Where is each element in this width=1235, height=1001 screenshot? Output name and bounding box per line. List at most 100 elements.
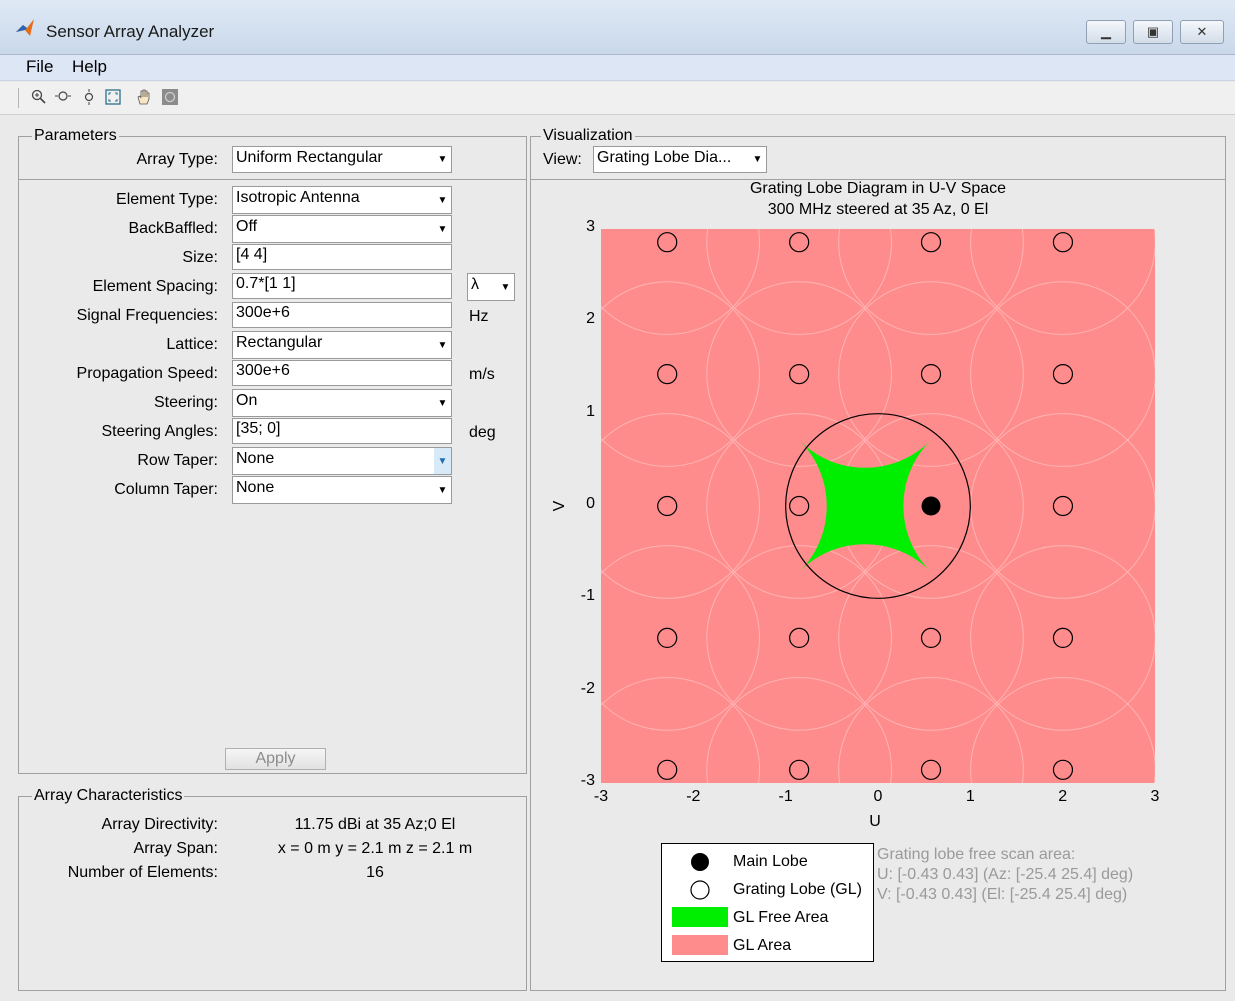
x-tick-label: 0 [873,788,883,805]
param-value: [4 4] [236,246,268,263]
chevron-down-icon: ▼ [437,397,448,409]
array-type-value: Uniform Rectangular [236,149,383,166]
param-unit: deg [469,424,496,441]
toolbar-separator [18,88,19,108]
close-button[interactable]: ✕ [1180,20,1224,44]
param-input[interactable]: 0.7*[1 1] [232,273,452,299]
scan-area-note-v: V: [-0.43 0.43] (El: [-25.4 25.4] deg) [877,886,1128,903]
chart-title: Grating Lobe Diagram in U-V Space [749,180,1007,197]
zoom-out-icon[interactable] [54,88,72,106]
menu-help[interactable]: Help [72,57,107,77]
chevron-down-icon: ▼ [437,223,448,235]
param-value: 300e+6 [236,362,290,379]
rotate-icon[interactable] [161,88,179,106]
legend-gl-free: GL Free Area [733,909,829,926]
chevron-down-icon: ▼ [752,154,763,165]
toolbar [0,82,1235,115]
param-select[interactable]: None ▼ [232,476,452,504]
param-input[interactable]: [35; 0] [232,418,452,444]
x-tick-label: 3 [1150,788,1160,805]
span-label: Array Span: [133,840,218,857]
chart-subtitle: 300 MHz steered at 35 Az, 0 El [767,201,989,218]
elements-label: Number of Elements: [67,864,218,881]
param-label: Element Type: [116,191,218,208]
legend: Main Lobe Grating Lobe (GL) GL Free Area… [661,843,874,962]
legend-grating-lobe: Grating Lobe (GL) [733,881,862,898]
param-label: Column Taper: [114,481,218,498]
x-tick-label: 1 [965,788,975,805]
param-label: Signal Frequencies: [76,307,218,324]
span-value: x = 0 m y = 2.1 m z = 2.1 m [277,840,473,857]
chevron-down-icon: ▼ [437,194,448,206]
param-value: On [236,392,258,409]
param-select[interactable]: Isotropic Antenna ▼ [232,186,452,214]
chevron-down-icon: ▼ [437,154,448,165]
main-lobe-marker [921,496,941,516]
parameters-title: Parameters [32,127,119,145]
spacing-unit-value: λ [471,276,479,293]
menu-file[interactable]: File [26,57,53,77]
param-label: Row Taper: [137,452,218,469]
param-select[interactable]: On ▼ [232,389,452,417]
param-input[interactable]: 300e+6 [232,360,452,386]
view-select[interactable]: Grating Lobe Dia... ▼ [593,146,767,173]
param-input[interactable]: [4 4] [232,244,452,270]
param-label: BackBaffled: [128,220,218,237]
param-label: Lattice: [166,336,218,353]
param-select[interactable]: Rectangular ▼ [232,331,452,359]
array-type-label: Array Type: [136,151,218,168]
chevron-down-icon: ▼ [437,339,448,351]
fit-icon[interactable] [104,88,122,106]
minimize-button[interactable]: ▁ [1086,20,1126,44]
maximize-icon: ▣ [1146,24,1160,39]
gl-area-swatch [672,935,728,955]
x-tick-label: -3 [593,788,609,805]
x-tick-label: -2 [686,788,701,805]
param-value: Off [236,218,258,235]
y-tick-label: -1 [580,587,595,605]
param-select[interactable]: Off ▼ [232,215,452,243]
param-label: Steering: [153,394,218,411]
apply-button[interactable]: Apply [225,748,326,770]
title-bar: Sensor Array Analyzer ▁ ▣ ✕ [0,0,1235,55]
x-tick-label: 2 [1058,788,1068,805]
param-label: Steering Angles: [101,423,218,440]
param-value: [35; 0] [236,420,281,437]
characteristics-title: Array Characteristics [32,787,185,805]
spacing-unit-select[interactable]: λ ▼ [467,273,515,301]
param-label: Size: [182,249,218,266]
y-axis-label: V [551,500,568,512]
param-label: Element Spacing: [92,278,218,295]
view-label: View: [543,151,582,168]
window-title: Sensor Array Analyzer [46,22,215,41]
param-label: Propagation Speed: [76,365,218,382]
chevron-down-icon: ▼ [500,281,511,293]
param-value: 300e+6 [236,304,290,321]
menu-bar: File Help [0,55,1235,81]
param-value: Isotropic Antenna [236,189,360,206]
y-tick-label: -2 [580,679,595,697]
maximize-button[interactable]: ▣ [1133,20,1173,44]
scan-area-note-u: U: [-0.43 0.43] (Az: [-25.4 25.4] deg) [877,866,1134,883]
zoom-y-icon[interactable] [80,88,98,106]
directivity-label: Array Directivity: [101,816,218,833]
grating-lobe-marker-icon [690,880,710,900]
param-unit: Hz [469,308,489,325]
scan-area-note-title: Grating lobe free scan area: [877,846,1076,863]
pan-icon[interactable] [135,88,153,106]
param-input[interactable]: 300e+6 [232,302,452,328]
chevron-down-icon: ▼ [437,484,448,496]
y-tick-label: 2 [586,310,595,328]
grating-lobe-plot[interactable] [601,229,1155,783]
param-select[interactable]: None ▼ [232,447,452,475]
array-type-select[interactable]: Uniform Rectangular ▼ [232,146,452,173]
elements-value: 16 [366,864,384,881]
close-icon: ✕ [1196,24,1208,39]
x-tick-label: -1 [778,788,793,805]
y-tick-label: 3 [586,218,595,235]
chevron-down-icon: ▼ [434,448,451,474]
main-lobe-marker-icon [691,853,709,871]
legend-gl-area: GL Area [733,937,792,954]
param-value: 0.7*[1 1] [236,275,296,292]
zoom-in-icon[interactable] [30,88,48,106]
